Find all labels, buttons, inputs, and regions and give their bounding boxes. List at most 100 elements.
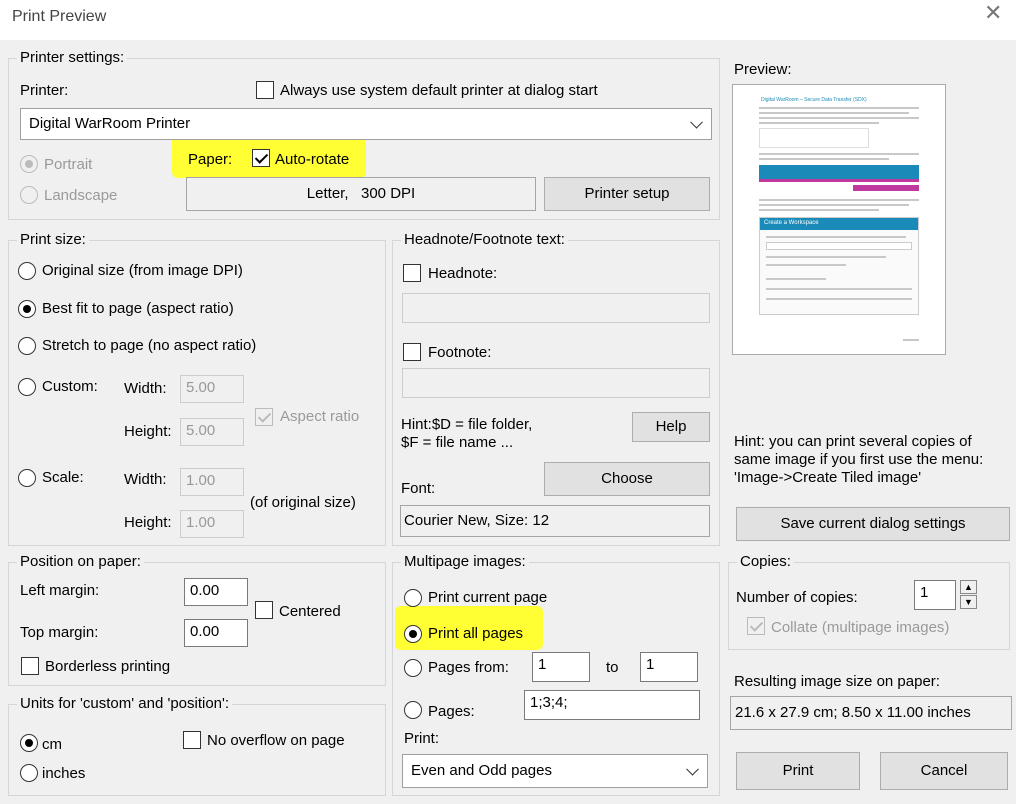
no-overflow-checkbox[interactable] [183,731,201,749]
print-all-label[interactable]: Print all pages [428,625,523,643]
collate-checkbox[interactable] [747,617,765,635]
save-settings-button[interactable]: Save current dialog settings [736,507,1010,541]
collate-label: Collate (multipage images) [771,619,950,636]
size-custom-label[interactable]: Custom: [42,378,98,396]
footnote-input[interactable] [402,368,710,398]
centered-label[interactable]: Centered [279,603,341,621]
print-button[interactable]: Print [736,752,860,790]
headnote-legend: Headnote/Footnote text: [401,231,568,249]
preview-label: Preview: [734,61,792,78]
pages-list-label[interactable]: Pages: [428,703,475,721]
font-label: Font: [401,480,436,497]
window-title: Print Preview [12,8,107,25]
centered-checkbox[interactable] [255,601,273,619]
cancel-button[interactable]: Cancel [880,752,1008,790]
result-label: Resulting image size on paper: [734,673,940,690]
hint-line-2: $F = file name ... [401,434,514,451]
size-bestfit-label[interactable]: Best fit to page (aspect ratio) [42,300,234,318]
preview-page: Digital WarRoom – Secure Data Transfer (… [732,84,946,355]
headnote-label[interactable]: Headnote: [428,265,497,283]
size-custom-radio[interactable] [18,378,36,396]
size-stretch-label[interactable]: Stretch to page (no aspect ratio) [42,337,256,355]
no-overflow-label[interactable]: No overflow on page [207,732,345,750]
printer-setup-button[interactable]: Printer setup [544,177,710,211]
landscape-radio[interactable] [20,186,38,204]
borderless-checkbox[interactable] [21,657,39,675]
scale-height-input[interactable]: 1.00 [180,510,244,538]
size-original-label[interactable]: Original size (from image DPI) [42,262,243,280]
top-margin-label: Top margin: [20,624,99,641]
print-size-legend: Print size: [17,231,89,249]
preview-dialog: Create a Workspace [759,217,919,315]
footnote-checkbox[interactable] [403,343,421,361]
preview-dialog-title: Create a Workspace [764,220,819,226]
custom-height-label: Height: [124,423,172,440]
landscape-label: Landscape [44,187,118,204]
headnote-input[interactable] [402,293,710,323]
preview-doc-title: Digital WarRoom – Secure Data Transfer (… [761,97,867,103]
aspect-ratio-checkbox[interactable] [255,408,273,426]
print-filter-label: Print: [404,730,440,747]
copies-legend: Copies: [737,553,794,571]
font-value: Courier New, Size: 12 [400,505,710,537]
pages-from-label[interactable]: Pages from: [428,659,509,677]
help-button[interactable]: Help [632,412,710,442]
copies-number-input[interactable]: 1 [914,580,956,610]
spin-down-icon[interactable]: ▼ [960,595,977,609]
print-current-radio[interactable] [404,589,422,607]
left-margin-input[interactable]: 0.00 [184,578,248,606]
paper-label: Paper: [188,151,233,168]
units-cm-radio[interactable] [20,734,38,752]
hint-line-1: Hint:$D = file folder, [401,416,533,433]
printer-settings-legend: Printer settings: [17,49,128,67]
units-inches-label[interactable]: inches [42,765,85,783]
always-default-label[interactable]: Always use system default printer at dia… [280,82,598,100]
size-scale-label[interactable]: Scale: [42,469,84,487]
pages-list-radio[interactable] [404,701,422,719]
printer-label: Printer: [20,82,69,99]
portrait-radio[interactable] [20,155,38,173]
aspect-ratio-label: Aspect ratio [280,408,360,425]
print-all-radio[interactable] [404,625,422,643]
paper-info: Letter, 300 DPI [186,177,536,211]
pages-to-label: to [606,659,619,676]
autorotate-checkbox[interactable] [252,149,270,167]
print-current-label[interactable]: Print current page [428,589,547,607]
borderless-label[interactable]: Borderless printing [45,658,170,676]
pages-to-input[interactable]: 1 [640,652,698,682]
size-original-radio[interactable] [18,262,36,280]
position-legend: Position on paper: [17,553,144,571]
scale-height-label: Height: [124,514,172,531]
spin-up-icon[interactable]: ▲ [960,580,977,594]
hint-right-line-3: 'Image->Create Tiled image' [734,469,922,486]
chevron-down-icon [690,115,703,129]
size-scale-radio[interactable] [18,469,36,487]
printer-select[interactable]: Digital WarRoom Printer [20,108,712,140]
chevron-down-icon [686,762,699,776]
scale-width-input[interactable]: 1.00 [180,468,244,496]
footnote-label[interactable]: Footnote: [428,344,491,362]
pages-from-radio[interactable] [404,659,422,677]
copies-number-label: Number of copies: [736,589,858,606]
size-bestfit-radio[interactable] [18,300,36,318]
custom-height-input[interactable]: 5.00 [180,418,244,446]
pages-from-input[interactable]: 1 [532,652,590,682]
scale-width-label: Width: [124,471,167,488]
portrait-label: Portrait [44,156,93,173]
headnote-checkbox[interactable] [403,264,421,282]
print-filter-select[interactable]: Even and Odd pages [402,754,708,788]
top-margin-input[interactable]: 0.00 [184,619,248,647]
units-cm-label[interactable]: cm [42,736,62,754]
print-filter-value: Even and Odd pages [411,762,552,779]
hint-right-line-2: same image if you first use the menu: [734,451,984,468]
size-stretch-radio[interactable] [18,337,36,355]
units-inches-radio[interactable] [20,764,38,782]
units-legend: Units for 'custom' and 'position': [17,695,233,713]
choose-font-button[interactable]: Choose [544,462,710,496]
close-icon[interactable]: ✕ [984,2,1002,24]
always-default-checkbox[interactable] [256,81,274,99]
autorotate-label[interactable]: Auto-rotate [275,151,349,169]
custom-width-input[interactable]: 5.00 [180,375,244,403]
pages-list-input[interactable]: 1;3;4; [524,690,700,720]
printer-select-value: Digital WarRoom Printer [29,115,191,132]
